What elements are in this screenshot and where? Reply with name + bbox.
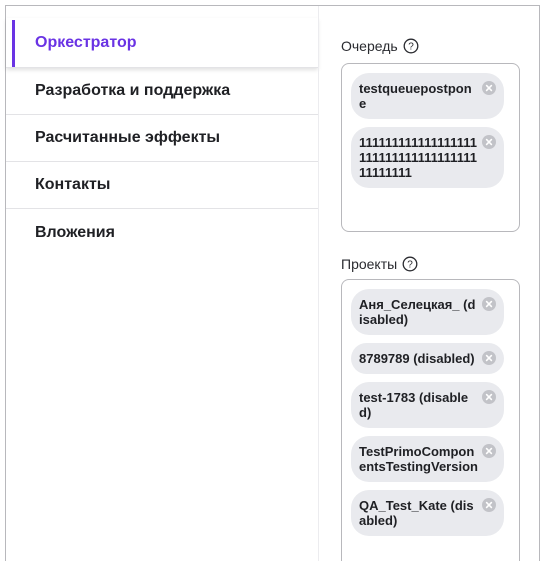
question-circle-icon[interactable]: ? (402, 256, 418, 272)
queue-multiselect[interactable]: testqueuepostpone 1111111111111111111111… (341, 63, 520, 232)
close-circle-icon[interactable] (482, 444, 496, 458)
panel-divider (318, 6, 319, 561)
queue-tag-label: testqueuepostpone (359, 81, 472, 111)
queue-tag-label: 1111111111111111111111111111111111111111… (359, 135, 477, 180)
close-circle-icon[interactable] (482, 81, 496, 95)
project-tag: test-1783 (disabled) (351, 382, 504, 428)
project-tag: TestPrimoComponentsTestingVersion (351, 436, 504, 482)
nav-item-calculated-effects[interactable]: Расчитанные эффекты (6, 115, 318, 162)
close-circle-icon[interactable] (482, 135, 496, 149)
nav-item-orchestrator[interactable]: Оркестратор (6, 18, 318, 68)
nav-item-development-support[interactable]: Разработка и поддержка (6, 68, 318, 115)
nav-item-attachments[interactable]: Вложения (6, 209, 318, 256)
project-tag-label: test-1783 (disabled) (359, 390, 469, 420)
close-circle-icon[interactable] (482, 297, 496, 311)
project-tag-label: TestPrimoComponentsTestingVersion (359, 444, 478, 474)
queue-label-text: Очередь (341, 38, 398, 54)
projects-multiselect[interactable]: Аня_Селецкая_ (disabled) 8789789 (disabl… (341, 279, 520, 561)
nav-item-contacts[interactable]: Контакты (6, 162, 318, 209)
queue-tag: testqueuepostpone (351, 73, 504, 119)
projects-label-text: Проекты (341, 256, 398, 272)
svg-text:?: ? (408, 42, 414, 53)
svg-text:?: ? (407, 260, 413, 271)
project-tag: QA_Test_Kate (disabled) (351, 490, 504, 536)
project-tag: Аня_Селецкая_ (disabled) (351, 289, 504, 335)
sidebar-nav: Оркестратор Разработка и поддержка Расчи… (6, 18, 318, 256)
projects-field-label: Проекты ? (341, 256, 418, 272)
project-tag-label: Аня_Селецкая_ (disabled) (359, 297, 476, 327)
close-circle-icon[interactable] (482, 390, 496, 404)
project-tag-label: QA_Test_Kate (disabled) (359, 498, 474, 528)
close-circle-icon[interactable] (482, 351, 496, 365)
close-circle-icon[interactable] (482, 498, 496, 512)
queue-field-label: Очередь ? (341, 38, 419, 54)
project-tag-label: 8789789 (disabled) (359, 351, 475, 366)
queue-tag: 1111111111111111111111111111111111111111… (351, 127, 504, 188)
question-circle-icon[interactable]: ? (403, 38, 419, 54)
project-tag: 8789789 (disabled) (351, 343, 504, 374)
